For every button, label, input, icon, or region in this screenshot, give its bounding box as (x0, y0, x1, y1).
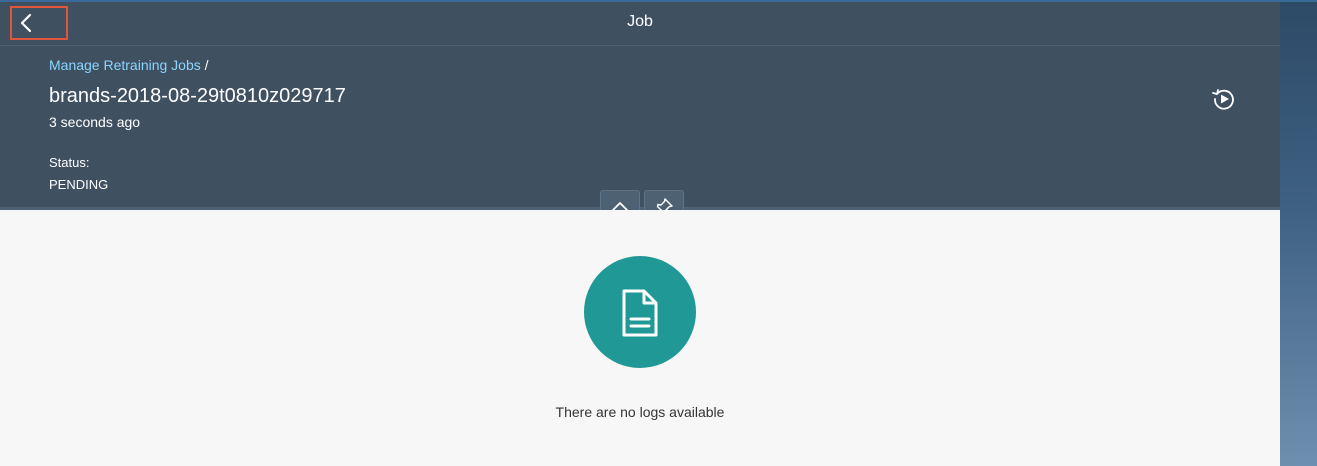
object-page-header: Manage Retraining Jobs / brands-2018-08-… (0, 46, 1280, 208)
logs-content-area: There are no logs available (0, 210, 1280, 466)
desktop-backdrop (1280, 0, 1317, 466)
status-label: Status: (49, 155, 90, 170)
shell-bar: Job (0, 2, 1280, 46)
page-title: brands-2018-08-29t0810z029717 (49, 85, 346, 107)
empty-state-illustration (584, 256, 696, 368)
document-icon (622, 289, 658, 337)
shell-title: Job (627, 13, 653, 30)
job-timestamp: 3 seconds ago (49, 114, 141, 130)
breadcrumb-separator: / (200, 57, 209, 73)
rerun-button[interactable] (1211, 86, 1237, 112)
breadcrumb: Manage Retraining Jobs / (49, 57, 209, 73)
breadcrumb-link-manage-retraining-jobs[interactable]: Manage Retraining Jobs (49, 57, 201, 73)
status-value: PENDING (49, 177, 109, 192)
empty-state-message: There are no logs available (555, 404, 725, 420)
restart-icon (1212, 89, 1234, 110)
